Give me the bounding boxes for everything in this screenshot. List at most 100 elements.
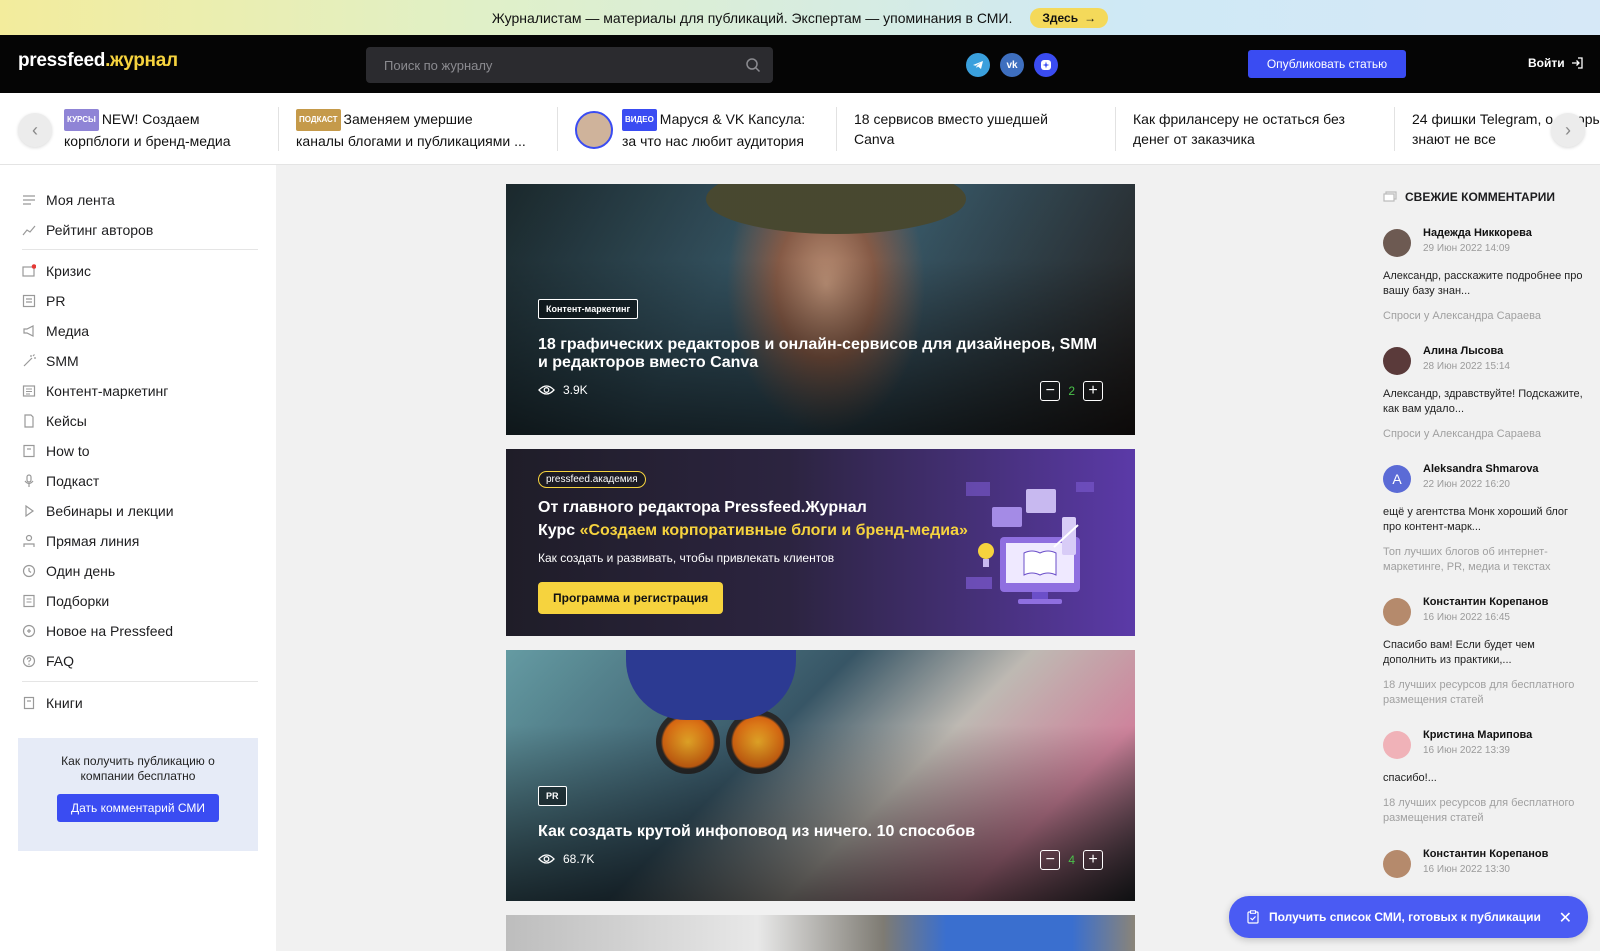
- comment-text[interactable]: Александр, здравствуйте! Подскажите, как…: [1383, 387, 1588, 417]
- sidebar-item-pr[interactable]: PR: [22, 290, 65, 312]
- academy-heading: От главного редактора Pressfeed.Журнал: [538, 499, 867, 516]
- article-title[interactable]: 18 графических редакторов и онлайн-серви…: [538, 336, 1098, 372]
- strip-tag: КУРСЫ: [64, 109, 99, 131]
- avatar: [1383, 731, 1411, 759]
- sidebar-item-new[interactable]: Новое на Pressfeed: [22, 620, 173, 642]
- sidebar-item-smm[interactable]: SMM: [22, 350, 79, 372]
- megaphone-icon: [23, 325, 34, 337]
- comment-date: 22 Июн 2022 16:20: [1423, 479, 1510, 490]
- article-card[interactable]: [506, 915, 1135, 951]
- comment-article-link[interactable]: 18 лучших ресурсов для бесплатного разме…: [1383, 678, 1588, 708]
- article-category-tag[interactable]: Контент-маркетинг: [538, 299, 639, 319]
- comment-author[interactable]: Константин Корепанов: [1423, 596, 1548, 608]
- sidebar-item-crisis[interactable]: Кризис: [22, 260, 91, 282]
- cta-label: Получить список СМИ, готовых к публикаци…: [1269, 910, 1541, 924]
- comment-article-link[interactable]: Топ лучших блогов об интернет-маркетинге…: [1383, 545, 1588, 575]
- upvote-button[interactable]: +: [1083, 850, 1103, 870]
- sidebar-item-label: Подкаст: [46, 473, 100, 489]
- article-card[interactable]: Контент-маркетинг 18 графических редакто…: [506, 184, 1135, 435]
- sidebar-item-label: Рейтинг авторов: [46, 222, 154, 238]
- sidebar-promo-text: Как получить публикацию о компании беспл…: [61, 754, 215, 783]
- strip-prev-button[interactable]: ‹: [18, 113, 52, 147]
- comment-author[interactable]: Aleksandra Shmarova: [1423, 463, 1539, 475]
- comment-article-link[interactable]: Спроси у Александра Сараева: [1383, 427, 1588, 442]
- strip-line1: 18 сервисов вместо ушедшей: [854, 111, 1048, 127]
- comment-article-link[interactable]: 18 лучших ресурсов для бесплатного разме…: [1383, 796, 1588, 826]
- vote-control: − 4 +: [1040, 850, 1103, 870]
- sidebar-item-cases[interactable]: Кейсы: [22, 410, 87, 432]
- login-button[interactable]: Войти: [1528, 56, 1583, 70]
- sidebar-item-collections[interactable]: Подборки: [22, 590, 109, 612]
- academy-course-name: «Создаем корпоративные блоги и бренд-мед…: [579, 522, 968, 539]
- book-icon: [23, 696, 35, 710]
- dzen-icon[interactable]: [1034, 53, 1058, 77]
- strip-tag: ПОДКАСТ: [296, 109, 341, 131]
- login-label: Войти: [1528, 56, 1565, 70]
- strip-line2: каналы блогами и публикациями ...: [296, 133, 526, 149]
- search-icon[interactable]: [745, 57, 761, 73]
- academy-register-button[interactable]: Программа и регистрация: [538, 582, 724, 614]
- sidebar-item-feed[interactable]: Моя лента: [22, 189, 115, 211]
- strip-item[interactable]: Как фрилансеру не остаться без денег от з…: [1133, 109, 1383, 153]
- strip-item-video[interactable]: ВИДЕО Маруся & VK Капсула: за что нас люби…: [575, 109, 825, 153]
- give-comment-button[interactable]: Дать комментарий СМИ: [56, 794, 220, 822]
- comment-text[interactable]: ещё у агентства Монк хороший блог про ко…: [1383, 505, 1588, 535]
- sidebar-item-rating[interactable]: Рейтинг авторов: [22, 219, 153, 241]
- comment-text[interactable]: Спасибо вам! Если будет чем дополнить из…: [1383, 638, 1588, 668]
- strip-item-podcast[interactable]: ПОДКАСТ Заменяем умершие каналы блогами и …: [296, 109, 546, 153]
- views-counter: 3.9K: [538, 383, 588, 397]
- academy-subtitle: Как создать и развивать, чтобы привлекат…: [538, 551, 835, 565]
- downvote-button[interactable]: −: [1040, 850, 1061, 870]
- sidebar-item-media[interactable]: Медиа: [22, 320, 89, 342]
- sidebar-item-label: Кризис: [46, 263, 92, 279]
- publish-article-button[interactable]: Опубликовать статью: [1248, 50, 1406, 78]
- search-box: [366, 47, 773, 83]
- comment-author[interactable]: Надежда Никкорева: [1423, 227, 1532, 239]
- comment-author[interactable]: Константин Корепанов: [1423, 848, 1548, 860]
- sidebar-item-webinars[interactable]: Вебинары и лекции: [22, 500, 174, 522]
- comment-author[interactable]: Кристина Марипова: [1423, 729, 1532, 741]
- strip-line2: корпблоги и бренд-медиа: [64, 133, 231, 149]
- logo-main: pressfeed: [18, 50, 106, 71]
- logo[interactable]: pressfeed.журнал: [18, 50, 178, 72]
- trend-icon: [22, 225, 36, 236]
- strip-divider: [278, 107, 279, 151]
- downvote-button[interactable]: −: [1040, 381, 1061, 401]
- article-card[interactable]: PR Как создать крутой инфоповод из ничег…: [506, 650, 1135, 901]
- media-list-cta-button[interactable]: Получить список СМИ, готовых к публикаци…: [1229, 896, 1588, 938]
- vk-icon[interactable]: vk: [1000, 53, 1024, 77]
- sidebar-item-label: Подборки: [46, 593, 110, 609]
- list-icon: [23, 195, 35, 205]
- strip-item[interactable]: 18 сервисов вместо ушедшей Canva: [854, 109, 1094, 153]
- article-title[interactable]: Как создать крутой инфоповод из ничего. …: [538, 823, 1098, 841]
- sidebar-item-howto[interactable]: How to: [22, 440, 90, 462]
- strip-item-courses[interactable]: КУРСЫ NEW! Создаем корпблоги и бренд-медиа: [64, 109, 274, 153]
- comments-title: СВЕЖИЕ КОММЕНТАРИИ: [1405, 190, 1555, 204]
- comment-text[interactable]: Александр, расскажите подробнее про вашу…: [1383, 269, 1588, 299]
- avatar: [1383, 229, 1411, 257]
- comment-text[interactable]: спасибо!...: [1383, 771, 1588, 786]
- strip-divider: [836, 107, 837, 151]
- telegram-icon[interactable]: [966, 53, 990, 77]
- close-icon[interactable]: ✕: [1559, 908, 1572, 928]
- strip-tag: ВИДЕО: [622, 109, 657, 131]
- sidebar-item-podcast[interactable]: Подкаст: [22, 470, 99, 492]
- strip-next-button[interactable]: ›: [1551, 113, 1585, 147]
- search-input[interactable]: [366, 47, 773, 83]
- comment-author[interactable]: Алина Лысова: [1423, 345, 1503, 357]
- academy-banner[interactable]: pressfeed.академия От главного редактора…: [506, 449, 1135, 636]
- comment-article-link[interactable]: Спроси у Александра Сараева: [1383, 309, 1588, 324]
- header: pressfeed.журнал vk Опубликовать статью …: [0, 35, 1600, 93]
- vote-control: − 2 +: [1040, 381, 1103, 401]
- upvote-button[interactable]: +: [1083, 381, 1103, 401]
- sidebar-item-books[interactable]: Книги: [22, 692, 83, 714]
- article-category-tag[interactable]: PR: [538, 786, 567, 806]
- promo-here-button[interactable]: Здесь →: [1030, 7, 1109, 28]
- sidebar-item-direct-line[interactable]: Прямая линия: [22, 530, 139, 552]
- avatar: [1383, 850, 1411, 878]
- question-icon: [22, 654, 36, 668]
- sidebar-item-faq[interactable]: FAQ: [22, 650, 74, 672]
- sidebar-item-one-day[interactable]: Один день: [22, 560, 115, 582]
- strip-line1: Как фрилансеру не остаться без: [1133, 111, 1345, 127]
- sidebar-item-content-marketing[interactable]: Контент-маркетинг: [22, 380, 168, 402]
